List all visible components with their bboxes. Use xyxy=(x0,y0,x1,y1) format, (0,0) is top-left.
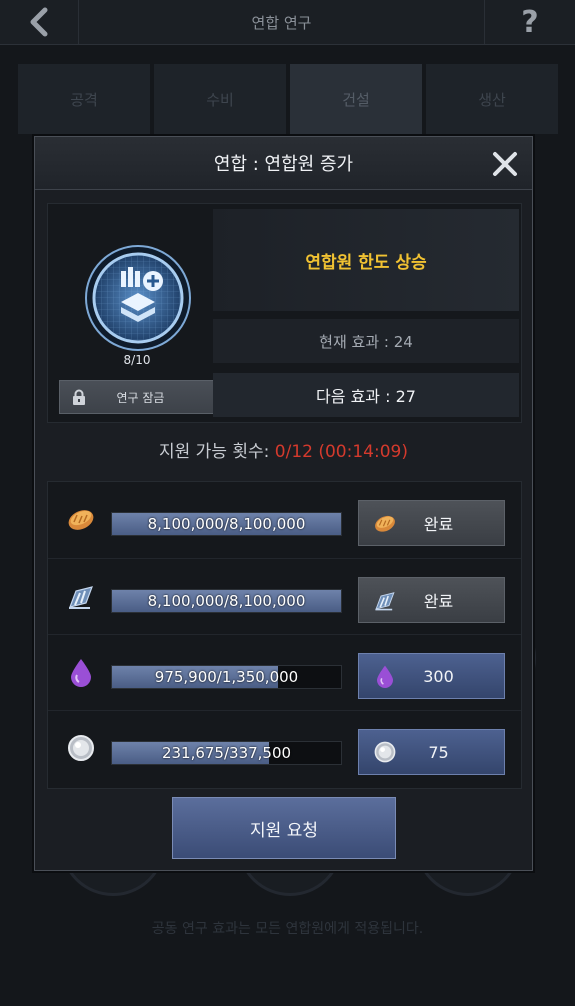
help-button[interactable]: ? xyxy=(484,0,575,44)
dialog-header: 연합 : 연합원 증가 xyxy=(35,137,532,190)
silver-coin-icon xyxy=(374,741,396,763)
lock-research-button[interactable]: 연구 잠금 xyxy=(59,380,214,414)
top-bar: 연합 연구 ? xyxy=(0,0,575,45)
effect-name: 연합원 한도 상승 xyxy=(305,252,427,273)
resource-row-food: 8,100,000/8,100,000 완료 xyxy=(48,482,521,558)
resource-row-building: 8,100,000/8,100,000 완료 xyxy=(48,558,521,635)
progress-text: 8,100,000/8,100,000 xyxy=(147,592,306,610)
resource-progress-bar: 8,100,000/8,100,000 xyxy=(111,589,342,613)
donate-silver-button[interactable]: 75 xyxy=(358,729,505,775)
lock-icon xyxy=(73,389,85,405)
resource-row-oil: 975,900/1,350,000 300 xyxy=(48,634,521,711)
progress-text: 975,900/1,350,000 xyxy=(154,668,299,686)
alliance-members-icon xyxy=(85,245,191,351)
next-effect: 다음 효과 : 27 xyxy=(213,373,519,417)
progress-text: 231,675/337,500 xyxy=(161,744,292,762)
page-title: 연합 연구 xyxy=(251,13,312,32)
resource-row-silver: 231,675/337,500 75 xyxy=(48,710,521,787)
button-label: 75 xyxy=(428,742,449,762)
oil-drop-icon xyxy=(377,665,393,688)
lock-label: 연구 잠금 xyxy=(116,390,165,405)
current-effect: 현재 효과 : 24 xyxy=(213,319,519,363)
bread-icon xyxy=(68,510,94,530)
dialog-title: 연합 : 연합원 증가 xyxy=(213,154,354,175)
chevron-left-icon xyxy=(30,7,48,37)
tab-construction[interactable]: 건설 xyxy=(290,64,422,134)
button-label: 완료 xyxy=(423,592,454,611)
silver-coin-icon xyxy=(68,735,94,761)
donate-food-button[interactable]: 완료 xyxy=(358,500,505,546)
building-icon xyxy=(69,586,93,609)
button-label: 300 xyxy=(423,666,454,686)
back-button[interactable] xyxy=(0,0,79,44)
button-label: 완료 xyxy=(423,515,454,534)
resource-progress-bar: 975,900/1,350,000 xyxy=(111,665,342,689)
tab-production[interactable]: 생산 xyxy=(426,64,558,134)
footer-note: 공동 연구 효과는 모든 연합원에게 적용됩니다. xyxy=(151,921,424,937)
category-tabs: 공격 수비 건설 생산 xyxy=(18,64,558,134)
effect-name-row: 연합원 한도 상승 xyxy=(213,209,519,311)
tab-defense[interactable]: 수비 xyxy=(154,64,286,134)
research-level: 8/10 xyxy=(123,353,151,367)
donate-oil-button[interactable]: 300 xyxy=(358,653,505,699)
request-support-button[interactable]: 지원 요청 xyxy=(172,797,396,859)
support-value: 0/12 (00:14:09) xyxy=(274,442,408,462)
building-icon xyxy=(375,592,395,611)
close-button[interactable] xyxy=(490,149,520,179)
progress-text: 8,100,000/8,100,000 xyxy=(147,515,306,533)
resource-progress-bar: 231,675/337,500 xyxy=(111,741,342,765)
support-label: 지원 가능 횟수: xyxy=(159,442,270,462)
oil-drop-icon xyxy=(71,659,91,687)
research-dialog: 연합 : 연합원 증가 8/10 연구 잠금 연합원 한도 상승 현재 효과:… xyxy=(34,136,533,871)
support-count: 지원 가능 횟수: 0/12 (00:14:09) xyxy=(35,437,532,462)
resource-progress-bar: 8,100,000/8,100,000 xyxy=(111,512,342,536)
donate-building-button[interactable]: 완료 xyxy=(358,577,505,623)
tab-attack[interactable]: 공격 xyxy=(18,64,150,134)
close-icon xyxy=(493,152,517,176)
resource-panel: 8,100,000/8,100,000 완료 8,100,000/8,100,0… xyxy=(47,481,522,789)
bread-icon xyxy=(375,515,395,532)
